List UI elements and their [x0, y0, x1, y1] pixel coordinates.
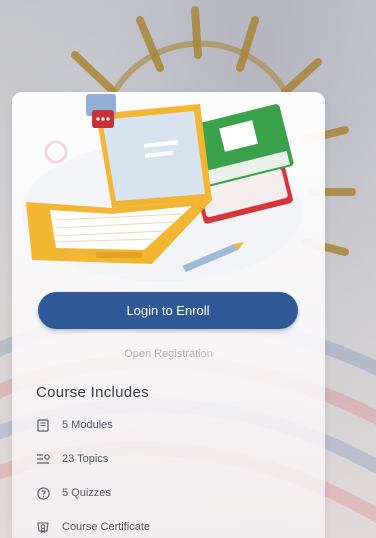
course-include-topics: 23 Topics: [36, 442, 150, 476]
chat-bubble-icon: [86, 94, 116, 128]
course-include-modules: 5 Modules: [36, 408, 150, 442]
course-include-label: 5 Modules: [62, 419, 113, 431]
laptop-books-illustration: [22, 94, 302, 282]
course-include-label: 5 Quizzes: [62, 487, 111, 499]
book-icon: [36, 418, 50, 432]
question-icon: [36, 486, 50, 500]
course-include-label: 23 Topics: [62, 453, 109, 465]
course-includes-title: Course Includes: [36, 384, 149, 401]
course-enroll-card: Login to Enroll Open Registration Course…: [12, 92, 325, 538]
course-include-label: Course Certificate: [62, 521, 151, 533]
course-include-certificate: Course Certificate: [36, 510, 150, 538]
certificate-icon: [36, 520, 50, 534]
course-include-quizzes: 5 Quizzes: [36, 476, 150, 510]
course-includes-list: 5 Modules 23 Topics 5 Quizzes Course Cer…: [36, 408, 150, 538]
list-icon: [36, 452, 50, 466]
login-to-enroll-button[interactable]: Login to Enroll: [38, 292, 298, 329]
registration-status: Open Registration: [124, 348, 213, 360]
